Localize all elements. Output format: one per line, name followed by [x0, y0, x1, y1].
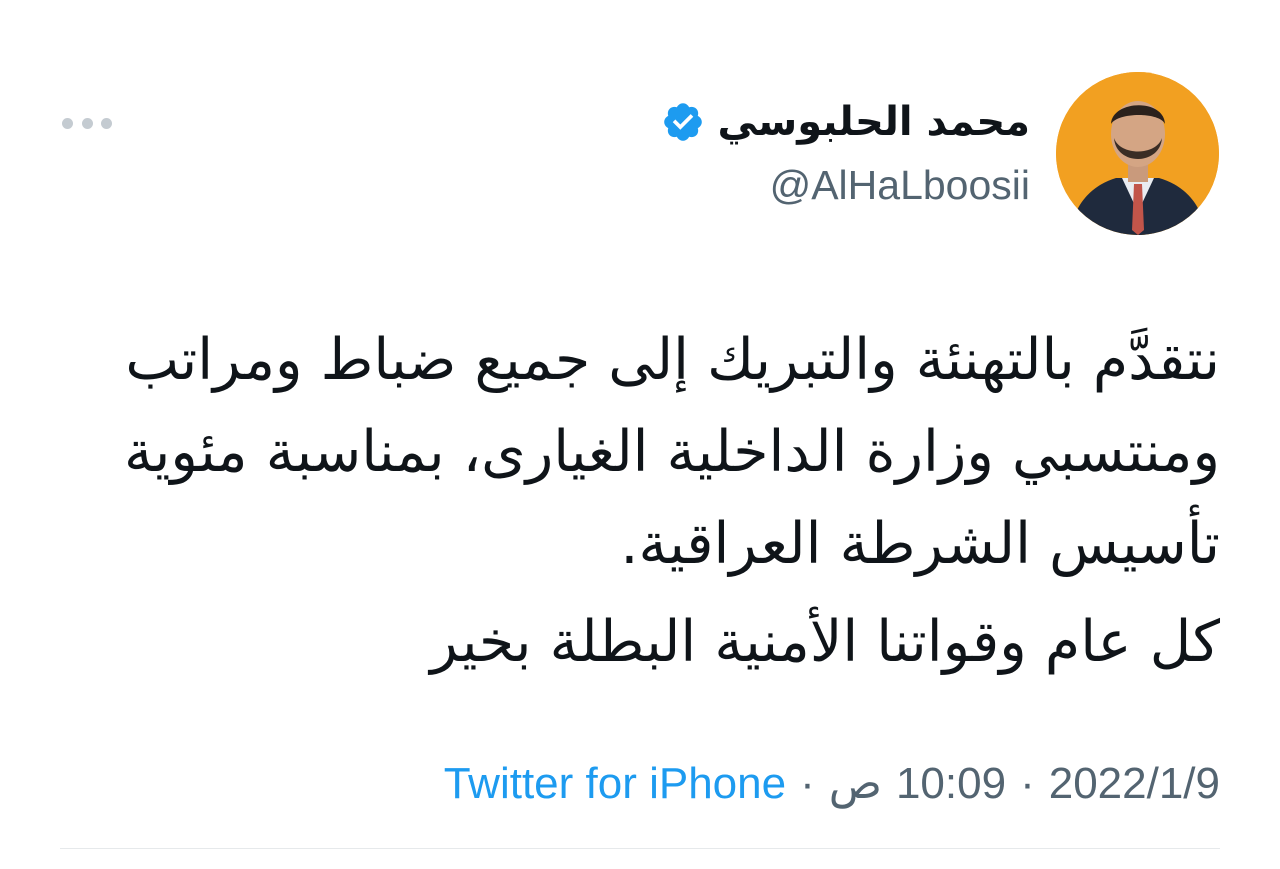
author-name-row: محمد الحلبوسي: [661, 94, 1030, 150]
tweet-time[interactable]: 10:09: [896, 756, 1006, 812]
author-handle[interactable]: @AlHaLboosii: [770, 160, 1030, 210]
tweet-source-link[interactable]: Twitter for iPhone: [444, 756, 786, 812]
tweet-time-period: ص: [828, 759, 882, 808]
author-display-name[interactable]: محمد الحلبوسي: [717, 94, 1030, 150]
avatar-portrait: [1056, 72, 1219, 235]
tweet-paragraph: نتقدَّم بالتهنئة والتبريك إلى جميع ضباط …: [123, 327, 1220, 577]
verified-badge-icon: [664, 103, 703, 141]
tweet-paragraph: كل عام وقواتنا الأمنية البطلة بخير: [430, 609, 1220, 675]
more-dot: [101, 117, 112, 129]
more-dot: [62, 117, 73, 129]
tweet-meta: Twitter for iPhone · ص 10:09 · 2022/1/9: [444, 756, 1220, 812]
meta-separator: ·: [800, 759, 815, 808]
divider: [60, 848, 1220, 849]
more-options-button[interactable]: [62, 114, 112, 132]
tweet-text: نتقدَّم بالتهنئة والتبريك إلى جميع ضباط …: [60, 314, 1220, 688]
tweet-date[interactable]: 2022/1/9: [1049, 756, 1220, 812]
meta-separator: ·: [1020, 759, 1035, 808]
avatar[interactable]: [1056, 72, 1219, 235]
more-dot: [81, 117, 93, 129]
